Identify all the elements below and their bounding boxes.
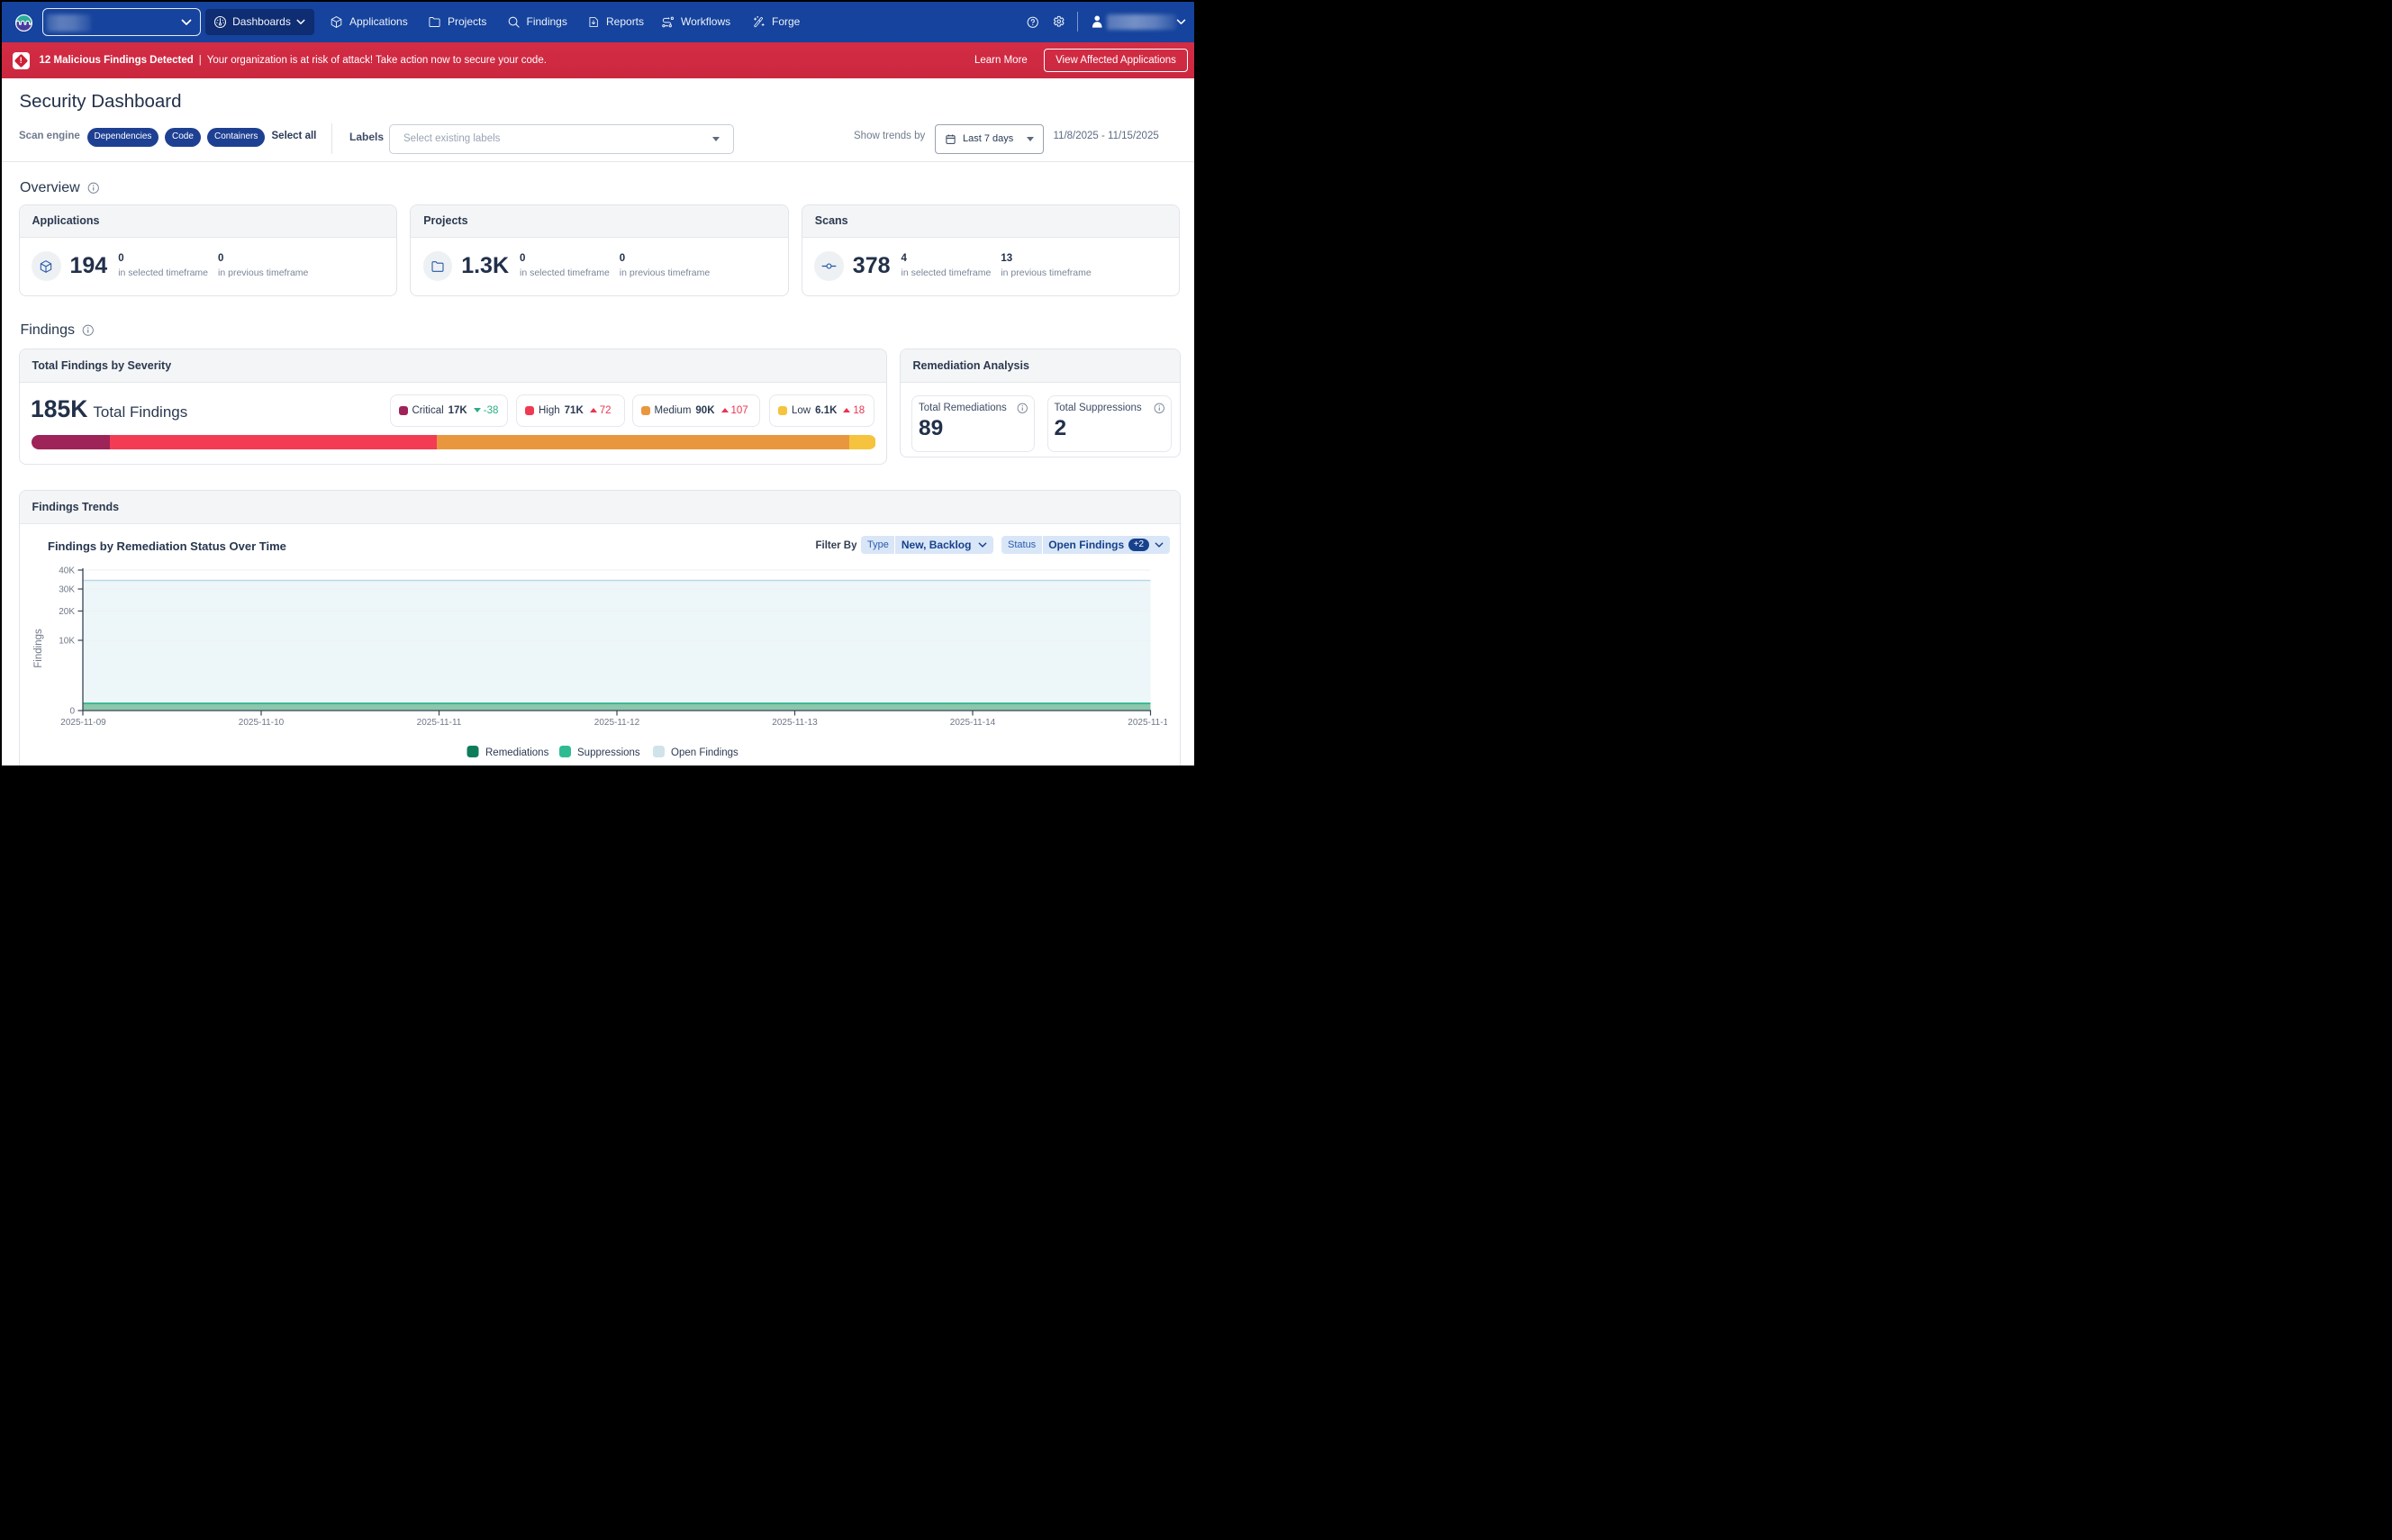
svg-text:40K: 40K — [59, 566, 75, 575]
svg-text:30K: 30K — [59, 584, 75, 594]
svg-text:20K: 20K — [59, 607, 75, 617]
svg-text:2025-11-11: 2025-11-11 — [416, 718, 461, 728]
svg-text:Open Findings: Open Findings — [671, 747, 738, 758]
svg-text:Suppressions: Suppressions — [577, 747, 640, 758]
svg-text:2025-11-15: 2025-11-15 — [1128, 718, 1167, 728]
svg-text:Findings: Findings — [33, 629, 44, 668]
svg-text:2025-11-13: 2025-11-13 — [772, 718, 818, 728]
svg-text:2025-11-14: 2025-11-14 — [949, 718, 995, 728]
svg-text:2025-11-12: 2025-11-12 — [593, 718, 639, 728]
svg-text:Remediations: Remediations — [485, 747, 549, 758]
svg-text:10K: 10K — [59, 636, 75, 646]
svg-text:2025-11-10: 2025-11-10 — [238, 718, 284, 728]
svg-text:0: 0 — [69, 706, 75, 716]
svg-text:2025-11-09: 2025-11-09 — [60, 718, 106, 728]
